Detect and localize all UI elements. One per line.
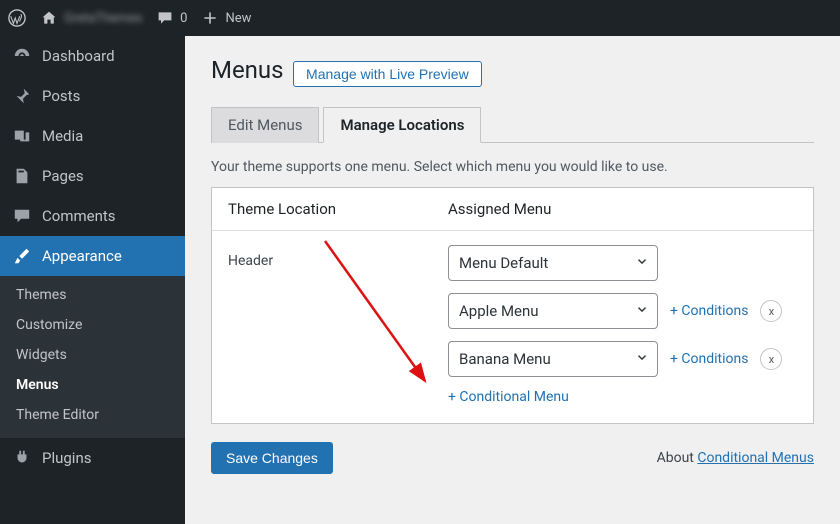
locations-panel: Theme Location Assigned Menu Header Menu… [211,187,814,424]
home-icon [40,9,58,27]
sidebar-item-posts[interactable]: Posts [0,76,185,116]
comments-link[interactable]: 0 [156,9,187,27]
menu-select-default[interactable]: Menu Default [448,245,658,281]
submenu-item-theme-editor[interactable]: Theme Editor [0,400,185,430]
submenu-item-customize[interactable]: Customize [0,310,185,340]
dashboard-icon [12,46,32,66]
help-text: Your theme supports one menu. Select whi… [211,159,814,175]
new-label: New [225,11,251,26]
location-name: Header [228,245,448,269]
sidebar-item-appearance[interactable]: Appearance [0,236,185,276]
select-value: Apple Menu [459,302,539,320]
sidebar-label: Pages [42,167,84,185]
page-title: Menus [211,56,284,84]
sidebar-label: Comments [42,207,116,225]
select-value: Menu Default [459,254,548,272]
sidebar-label: Plugins [42,449,91,467]
wp-logo[interactable] [8,9,26,27]
sidebar-label: Media [42,127,83,145]
tab-manage-locations[interactable]: Manage Locations [323,107,481,143]
menu-select-banana[interactable]: Banana Menu [448,341,658,377]
pages-icon [12,166,32,186]
sidebar-item-pages[interactable]: Pages [0,156,185,196]
about-link[interactable]: Conditional Menus [697,450,814,466]
chevron-down-icon [635,302,649,320]
submenu-item-themes[interactable]: Themes [0,280,185,310]
conditions-link[interactable]: + Conditions [670,351,748,367]
menu-select-apple[interactable]: Apple Menu [448,293,658,329]
brush-icon [12,246,32,266]
comment-icon [156,9,174,27]
sidebar-item-plugins[interactable]: Plugins [0,438,185,478]
sidebar-label: Appearance [42,247,122,265]
remove-button[interactable]: x [760,348,782,370]
sidebar-item-media[interactable]: Media [0,116,185,156]
appearance-submenu: Themes Customize Widgets Menus Theme Edi… [0,276,185,438]
wordpress-icon [8,9,26,27]
submenu-item-widgets[interactable]: Widgets [0,340,185,370]
admin-bar: GretaThemes 0 New [0,0,840,36]
plus-icon [201,9,219,27]
save-changes-button[interactable]: Save Changes [211,442,333,474]
conditions-link[interactable]: + Conditions [670,303,748,319]
sidebar-label: Dashboard [42,47,115,65]
tab-edit-menus[interactable]: Edit Menus [211,107,319,143]
admin-sidebar: Dashboard Posts Media Pages Comments App… [0,36,185,524]
select-value: Banana Menu [459,350,551,368]
live-preview-button[interactable]: Manage with Live Preview [293,61,482,87]
site-link[interactable]: GretaThemes [40,9,142,27]
pin-icon [12,86,32,106]
sidebar-label: Posts [42,87,80,105]
comment-icon [12,206,32,226]
panel-header: Theme Location Assigned Menu [212,188,813,231]
add-conditional-menu-link[interactable]: + Conditional Menu [448,389,569,405]
submenu-item-menus[interactable]: Menus [0,370,185,400]
column-header-location: Theme Location [228,200,448,218]
site-name: GretaThemes [64,11,142,26]
plugin-icon [12,448,32,468]
comment-count: 0 [180,11,187,26]
media-icon [12,126,32,146]
remove-button[interactable]: x [760,300,782,322]
main-content: Menus Manage with Live Preview Edit Menu… [185,36,840,524]
chevron-down-icon [635,350,649,368]
sidebar-item-comments[interactable]: Comments [0,196,185,236]
chevron-down-icon [635,254,649,272]
about-text: About Conditional Menus [657,450,814,466]
new-link[interactable]: New [201,9,251,27]
column-header-assigned: Assigned Menu [448,200,797,218]
tabs: Edit Menus Manage Locations [211,107,814,143]
sidebar-item-dashboard[interactable]: Dashboard [0,36,185,76]
